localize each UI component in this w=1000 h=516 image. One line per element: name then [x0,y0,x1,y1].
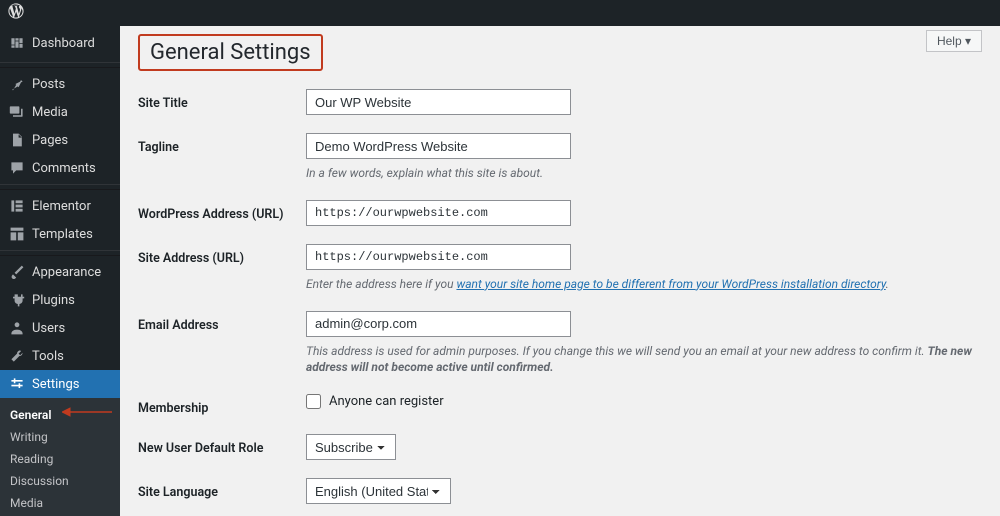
submenu-label: Discussion [10,474,69,488]
sidebar-item-plugins[interactable]: Plugins [0,286,120,314]
comments-icon [8,160,26,176]
email-description: This address is used for admin purposes.… [306,343,982,377]
submenu-label: Reading [10,452,53,466]
wordpress-logo-icon[interactable] [8,3,24,23]
site-title-input[interactable] [306,89,571,115]
label-wp-url: WordPress Address (URL) [138,200,306,222]
plug-icon [8,292,26,308]
label-site-title: Site Title [138,89,306,111]
submenu-item-media[interactable]: Media [0,492,120,514]
row-email: Email Address This address is used for a… [138,311,982,377]
sidebar-item-posts[interactable]: Posts [0,70,120,98]
tagline-input[interactable] [306,133,571,159]
brush-icon [8,264,26,280]
menu-separator [0,184,120,190]
sidebar-item-users[interactable]: Users [0,314,120,342]
sidebar-item-pages[interactable]: Pages [0,126,120,154]
menu-label: Posts [32,77,65,92]
page-icon [8,132,26,148]
admin-top-bar [0,0,1000,26]
email-input[interactable] [306,311,571,337]
menu-label: Comments [32,161,96,176]
menu-label: Users [32,321,65,336]
row-tagline: Tagline In a few words, explain what thi… [138,133,982,182]
label-site-url: Site Address (URL) [138,244,306,266]
submenu-item-writing[interactable]: Writing [0,426,120,448]
row-wp-url: WordPress Address (URL) [138,200,982,226]
site-url-description: Enter the address here if you want your … [306,276,982,293]
wp-url-input[interactable] [306,200,571,226]
elementor-icon [8,198,26,214]
row-membership: Membership Anyone can register [138,394,982,416]
sidebar-item-appearance[interactable]: Appearance [0,258,120,286]
submenu-item-reading[interactable]: Reading [0,448,120,470]
label-default-role: New User Default Role [138,434,306,456]
membership-checkbox-label[interactable]: Anyone can register [306,394,444,409]
sidebar-item-media[interactable]: Media [0,98,120,126]
label-language: Site Language [138,478,306,500]
default-role-select[interactable]: Subscriber [306,434,396,460]
site-url-input[interactable] [306,244,571,270]
menu-label: Settings [32,377,79,392]
sidebar-item-templates[interactable]: Templates [0,220,120,248]
row-language: Site Language English (United States) [138,478,982,504]
menu-label: Plugins [32,293,75,308]
menu-separator [0,62,120,68]
membership-checkbox[interactable] [306,394,321,409]
submenu-label: Media [10,496,43,510]
media-icon [8,104,26,120]
wrench-icon [8,348,26,364]
row-site-title: Site Title [138,89,982,115]
sidebar-item-settings[interactable]: Settings [0,370,120,398]
sidebar-item-dashboard[interactable]: Dashboard [0,26,120,60]
menu-label: Elementor [32,199,91,214]
site-url-help-link[interactable]: want your site home page to be different… [456,277,885,291]
help-button[interactable]: Help [926,30,982,52]
row-default-role: New User Default Role Subscriber [138,434,982,460]
row-site-url: Site Address (URL) Enter the address her… [138,244,982,293]
menu-separator [0,250,120,256]
sliders-icon [8,376,26,392]
main-content: Help General Settings Site Title Tagline… [120,26,1000,516]
admin-sidebar: Dashboard Posts Media Pages Comments [0,26,120,516]
settings-submenu: General Writing Reading Discussion Media… [0,398,120,516]
submenu-label: General [10,408,51,422]
dashboard-icon [8,35,26,51]
sidebar-item-elementor[interactable]: Elementor [0,192,120,220]
menu-label: Media [32,105,68,120]
sidebar-item-comments[interactable]: Comments [0,154,120,182]
menu-label: Templates [32,227,93,242]
label-email: Email Address [138,311,306,333]
menu-label: Tools [32,349,64,364]
pin-icon [8,76,26,92]
sidebar-item-tools[interactable]: Tools [0,342,120,370]
page-title: General Settings [138,34,323,71]
users-icon [8,320,26,336]
annotation-arrow-icon [62,406,112,416]
label-membership: Membership [138,394,306,416]
settings-form: Site Title Tagline In a few words, expla… [138,89,982,504]
menu-label: Appearance [32,265,101,280]
submenu-item-discussion[interactable]: Discussion [0,470,120,492]
submenu-item-general[interactable]: General [0,404,120,426]
language-select[interactable]: English (United States) [306,478,451,504]
submenu-label: Writing [10,430,48,444]
menu-label: Pages [32,133,68,148]
menu-label: Dashboard [32,36,95,51]
templates-icon [8,226,26,242]
tagline-description: In a few words, explain what this site i… [306,165,982,182]
label-tagline: Tagline [138,133,306,155]
